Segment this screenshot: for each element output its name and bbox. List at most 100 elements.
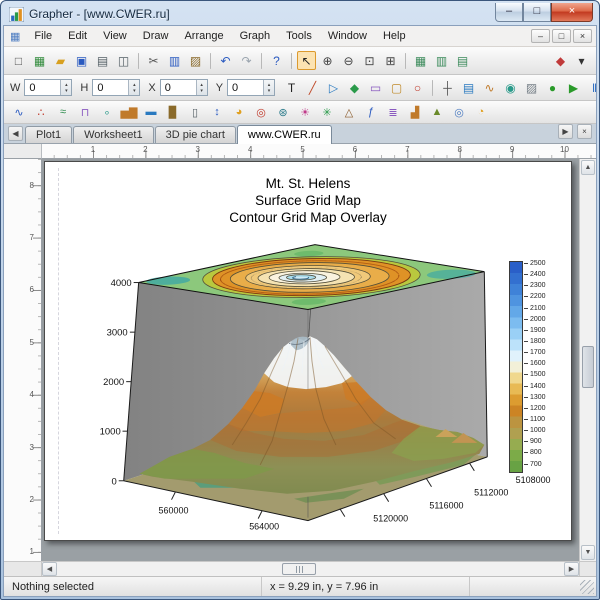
bubble-plot[interactable]: ∘ bbox=[97, 103, 117, 121]
toolbar-icon[interactable] bbox=[210, 53, 211, 69]
close-button[interactable]: × bbox=[551, 3, 593, 22]
title-bar[interactable]: Grapher - [www.CWER.ru] – □ × bbox=[3, 3, 597, 25]
tab-close-button[interactable]: × bbox=[577, 124, 592, 139]
rectangle-tool[interactable]: ▭ bbox=[366, 78, 385, 97]
spin-down-icon[interactable]: ▾ bbox=[133, 88, 136, 94]
scroll-down-icon[interactable]: ▼ bbox=[581, 545, 595, 560]
polyline-tool[interactable]: ╱ bbox=[303, 78, 322, 97]
drawing-canvas[interactable]: Mt. St. Helens Surface Grid Map Contour … bbox=[42, 159, 579, 561]
document-tab[interactable]: Plot1 bbox=[25, 126, 72, 143]
open[interactable]: ▰ bbox=[51, 51, 70, 70]
scroll-left-icon[interactable]: ◀ bbox=[42, 562, 57, 576]
toolbar-options[interactable]: ▾ bbox=[572, 51, 591, 70]
add-axis[interactable]: ┼ bbox=[438, 78, 457, 97]
coordinate-input[interactable]: 0▴▾ bbox=[227, 79, 275, 96]
document-tab[interactable]: www.CWER.ru bbox=[237, 125, 332, 144]
record-script[interactable]: ● bbox=[543, 78, 562, 97]
3d-surface-map[interactable]: ▲ bbox=[427, 103, 447, 121]
grid-view[interactable]: ▦ bbox=[411, 51, 430, 70]
spin-down-icon[interactable]: ▾ bbox=[268, 88, 271, 94]
line-scatter-plot[interactable]: ≈ bbox=[53, 103, 73, 121]
ternary-diagram[interactable]: △ bbox=[339, 103, 359, 121]
object-manager[interactable]: ▤ bbox=[453, 51, 472, 70]
play-script[interactable]: ▶ bbox=[564, 78, 583, 97]
mdi-close-button[interactable]: × bbox=[573, 29, 592, 43]
spinner[interactable]: ▴▾ bbox=[263, 80, 274, 95]
add-legend[interactable]: ▤ bbox=[459, 78, 478, 97]
plot-page[interactable]: Mt. St. Helens Surface Grid Map Contour … bbox=[44, 161, 572, 541]
scatter-plot[interactable]: ∴ bbox=[31, 103, 51, 121]
spin-down-icon[interactable]: ▾ bbox=[65, 88, 68, 94]
line-plot[interactable]: ∿ bbox=[9, 103, 29, 121]
menu-item[interactable]: View bbox=[95, 28, 135, 44]
worksheet-view[interactable]: ▥ bbox=[432, 51, 451, 70]
horizontal-scroll-thumb[interactable] bbox=[282, 563, 316, 575]
toolbar-icon[interactable] bbox=[261, 53, 262, 69]
spinner[interactable]: ▴▾ bbox=[196, 80, 207, 95]
menu-item[interactable]: Edit bbox=[60, 28, 95, 44]
minimize-button[interactable]: – bbox=[495, 3, 523, 22]
scroll-up-icon[interactable]: ▲ bbox=[581, 160, 595, 175]
menu-item[interactable]: Draw bbox=[135, 28, 177, 44]
scroll-right-icon[interactable]: ▶ bbox=[564, 562, 579, 576]
polygon-tool[interactable]: ▷ bbox=[324, 78, 343, 97]
toolbar-icon[interactable] bbox=[291, 53, 292, 69]
menu-item[interactable]: Window bbox=[320, 28, 375, 44]
ellipse-tool[interactable]: ○ bbox=[408, 78, 427, 97]
paste[interactable]: ▨ bbox=[186, 51, 205, 70]
toolbar-icon[interactable] bbox=[138, 53, 139, 69]
horizontal-bar-chart[interactable]: ▬ bbox=[141, 103, 161, 121]
coordinate-input[interactable]: 0▴▾ bbox=[92, 79, 140, 96]
step-plot[interactable]: ⊓ bbox=[75, 103, 95, 121]
digitize-tool[interactable]: ▨ bbox=[522, 78, 541, 97]
cut[interactable]: ✂ bbox=[144, 51, 163, 70]
copy[interactable]: ▥ bbox=[165, 51, 184, 70]
vertical-scroll-thumb[interactable] bbox=[582, 346, 594, 388]
spin-down-icon[interactable]: ▾ bbox=[200, 88, 203, 94]
add-graph[interactable]: ∿ bbox=[480, 78, 499, 97]
document-tab[interactable]: Worksheet1 bbox=[73, 126, 154, 143]
menu-item[interactable]: Arrange bbox=[176, 28, 231, 44]
select-pointer[interactable]: ↖ bbox=[297, 51, 316, 70]
pie-chart[interactable]: ◕ bbox=[229, 103, 249, 121]
toolbar-icon[interactable] bbox=[432, 80, 433, 96]
coordinate-input[interactable]: 0▴▾ bbox=[160, 79, 208, 96]
3d-ribbon-plot[interactable]: ≣ bbox=[383, 103, 403, 121]
resize-grip[interactable] bbox=[580, 580, 594, 594]
menu-item[interactable]: File bbox=[26, 28, 60, 44]
tab-scroll-right[interactable]: ▶ bbox=[558, 124, 573, 139]
redo[interactable]: ↷ bbox=[237, 51, 256, 70]
mdi-minimize-button[interactable]: – bbox=[531, 29, 550, 43]
function-plot[interactable]: ƒ bbox=[361, 103, 381, 121]
zoom-out[interactable]: ⊖ bbox=[339, 51, 358, 70]
undo[interactable]: ↶ bbox=[216, 51, 235, 70]
print-preview[interactable]: ◫ bbox=[114, 51, 133, 70]
maximize-button[interactable]: □ bbox=[523, 3, 551, 22]
toolbar-icon[interactable] bbox=[405, 53, 406, 69]
spinner[interactable]: ▴▾ bbox=[60, 80, 71, 95]
print[interactable]: ▤ bbox=[93, 51, 112, 70]
coordinate-input[interactable]: 0▴▾ bbox=[24, 79, 72, 96]
menu-item[interactable]: Graph bbox=[232, 28, 279, 44]
document-tab[interactable]: 3D pie chart bbox=[155, 126, 236, 143]
spinner[interactable]: ▴▾ bbox=[128, 80, 139, 95]
cwer-badge[interactable]: ◆ bbox=[551, 51, 570, 70]
help-pointer[interactable]: ? bbox=[267, 51, 286, 70]
hi-low-close-plot[interactable]: ↕ bbox=[207, 103, 227, 121]
vertical-scroll-track[interactable] bbox=[580, 176, 596, 544]
pause-script[interactable]: ‖ bbox=[585, 78, 600, 97]
doughnut-plot[interactable]: ◎ bbox=[251, 103, 271, 121]
polar-plot[interactable]: ⊛ bbox=[273, 103, 293, 121]
3d-pie-chart[interactable]: ◔ bbox=[471, 103, 491, 121]
surface-plot[interactable]: 4000 3000 2000 1000 0 560000 564000 bbox=[45, 162, 571, 541]
stacked-bar-chart[interactable]: ▉ bbox=[163, 103, 183, 121]
bar-chart[interactable]: ▅▇ bbox=[119, 103, 139, 121]
rose-diagram[interactable]: ☀ bbox=[295, 103, 315, 121]
rounded-rectangle-tool[interactable]: ▢ bbox=[387, 78, 406, 97]
zoom-in[interactable]: ⊕ bbox=[318, 51, 337, 70]
new-plot[interactable]: □ bbox=[9, 51, 28, 70]
vertical-scrollbar[interactable]: ▲ ▼ bbox=[579, 159, 596, 561]
mdi-restore-button[interactable]: □ bbox=[552, 29, 571, 43]
floating-bar-chart[interactable]: ▯ bbox=[185, 103, 205, 121]
save[interactable]: ▣ bbox=[72, 51, 91, 70]
